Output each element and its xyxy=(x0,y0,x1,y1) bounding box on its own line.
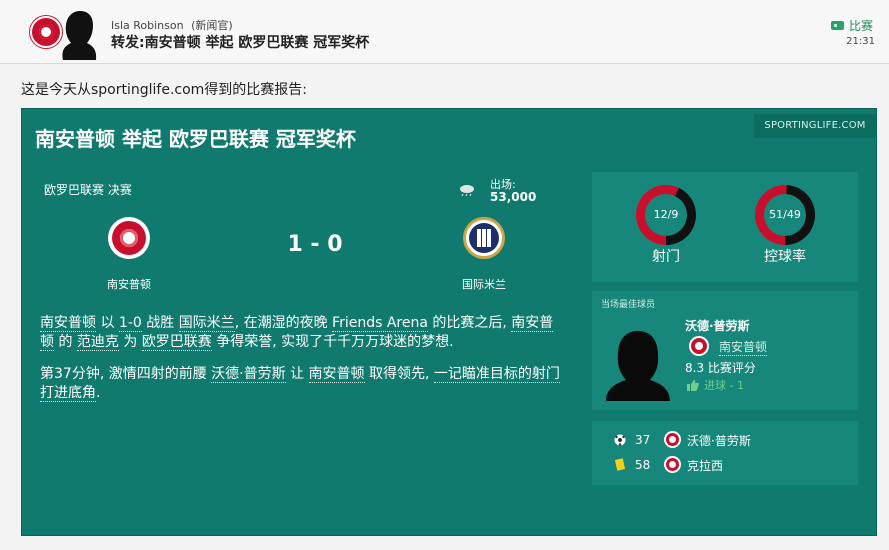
player-team[interactable]: 南安普顿 xyxy=(719,338,768,356)
shots-ring-chart: 12/9 xyxy=(636,185,696,245)
rain-cloud-icon xyxy=(460,185,474,196)
report-text: 取得领先, xyxy=(364,366,434,382)
player-name[interactable]: 沃德·普劳斯 xyxy=(685,317,750,334)
report-text: 让 xyxy=(285,366,309,382)
report-paragraph: 南安普顿 以 1-0 战胜 国际米兰, 在潮湿的夜晚 Friends Arena… xyxy=(40,314,560,352)
category-label: 比赛 xyxy=(848,19,873,33)
competition-label[interactable]: 欧罗巴联赛 决赛 xyxy=(44,181,132,198)
header-divider xyxy=(0,63,889,64)
event-player[interactable]: 沃德·普劳斯 xyxy=(687,432,751,449)
thumbs-up-icon xyxy=(687,379,699,391)
report-link[interactable]: 1-0 xyxy=(118,315,142,332)
report-link[interactable]: Friends Arena xyxy=(332,315,428,332)
report-text: , 在潮湿的夜晚 xyxy=(234,315,333,331)
home-team-crest-icon[interactable] xyxy=(108,217,150,259)
player-goals-label: 进球 - 1 xyxy=(704,379,744,392)
report-paragraph: 第37分钟, 激情四射的前腰 沃德·普劳斯 让 南安普顿 取得领先, 一记瞄准目… xyxy=(40,365,560,403)
report-body: 南安普顿 以 1-0 战胜 国际米兰, 在潮湿的夜晚 Friends Arena… xyxy=(40,314,560,416)
message-header: Isla Robinson (新闻官) 转发:南安普顿 举起 欧罗巴联赛 冠军奖… xyxy=(0,0,889,64)
event-minute: 58 xyxy=(635,458,651,472)
message-subject: 转发:南安普顿 举起 欧罗巴联赛 冠军奖杯 xyxy=(111,35,370,51)
sender-role: (新闻官) xyxy=(191,19,233,32)
team-crest-icon xyxy=(689,336,709,356)
team-crest-icon xyxy=(664,431,681,448)
player-rating: 8.3 比赛评分 xyxy=(685,361,756,375)
away-team-crest-icon[interactable] xyxy=(463,217,505,259)
report-text: 为 xyxy=(118,334,142,350)
match-score: 1 - 0 xyxy=(287,232,343,257)
attendance-value: 53,000 xyxy=(490,190,537,204)
tag-icon xyxy=(830,21,844,30)
player-goals: 进球 - 1 xyxy=(687,377,744,393)
report-link[interactable]: 欧罗巴联赛 xyxy=(141,334,212,351)
match-stats-panel: 12/9 51/49 射门 控球率 xyxy=(592,172,858,282)
player-of-match-panel: 当场最佳球员 沃德·普劳斯 南安普顿 8.3 比赛评分 进球 - 1 xyxy=(592,291,858,410)
report-link[interactable]: 南安普顿 xyxy=(40,315,96,332)
report-text: . xyxy=(96,385,101,401)
event-row: 58 克拉西 xyxy=(592,455,858,477)
report-text: 争得荣誉, 实现了千千万万球迷的梦想. xyxy=(211,334,454,350)
event-player[interactable]: 克拉西 xyxy=(687,457,723,474)
sender-avatar[interactable] xyxy=(55,10,101,60)
yellow-card-icon xyxy=(614,458,626,471)
shots-label: 射门 xyxy=(652,249,680,265)
report-link[interactable]: 国际米兰 xyxy=(178,315,235,332)
match-events-panel: 37 沃德·普劳斯 58 克拉西 xyxy=(592,421,858,485)
source-label[interactable]: SPORTINGLIFE.COM xyxy=(754,114,876,138)
report-link[interactable]: 范迪克 xyxy=(76,334,119,351)
player-silhouette-icon[interactable] xyxy=(604,325,672,401)
team-crest-icon xyxy=(664,456,681,473)
match-report-card: SPORTINGLIFE.COM 南安普顿 举起 欧罗巴联赛 冠军奖杯 欧罗巴联… xyxy=(21,108,877,536)
report-text: 以 xyxy=(96,315,119,331)
report-link[interactable]: 沃德·普劳斯 xyxy=(211,366,286,383)
report-text: 战胜 xyxy=(141,315,179,331)
report-link[interactable]: 南安普顿 xyxy=(308,366,365,383)
football-goal-icon xyxy=(614,434,626,446)
report-text: 的 xyxy=(54,334,77,350)
sender-name[interactable]: Isla Robinson xyxy=(111,19,184,32)
shots-value: 12/9 xyxy=(645,194,687,236)
possession-ring-chart: 51/49 xyxy=(755,185,815,245)
event-minute: 37 xyxy=(635,433,651,447)
report-text: 第37分钟, 激情四射的前腰 xyxy=(40,366,212,382)
possession-value: 51/49 xyxy=(764,194,806,236)
sender-line: Isla Robinson (新闻官) xyxy=(111,17,233,33)
away-team-name[interactable]: 国际米兰 xyxy=(437,276,531,292)
category-tag[interactable]: 比赛 xyxy=(830,17,873,34)
message-time: 21:31 xyxy=(846,36,875,47)
event-row: 37 沃德·普劳斯 xyxy=(592,430,858,452)
home-team-name[interactable]: 南安普顿 xyxy=(82,276,176,292)
possession-label: 控球率 xyxy=(764,249,806,265)
intro-text: 这是今天从sportinglife.com得到的比赛报告: xyxy=(21,82,308,98)
player-of-match-heading: 当场最佳球员 xyxy=(601,300,656,310)
report-title: 南安普顿 举起 欧罗巴联赛 冠军奖杯 xyxy=(35,127,356,151)
report-text: 的比赛之后, xyxy=(427,315,512,331)
